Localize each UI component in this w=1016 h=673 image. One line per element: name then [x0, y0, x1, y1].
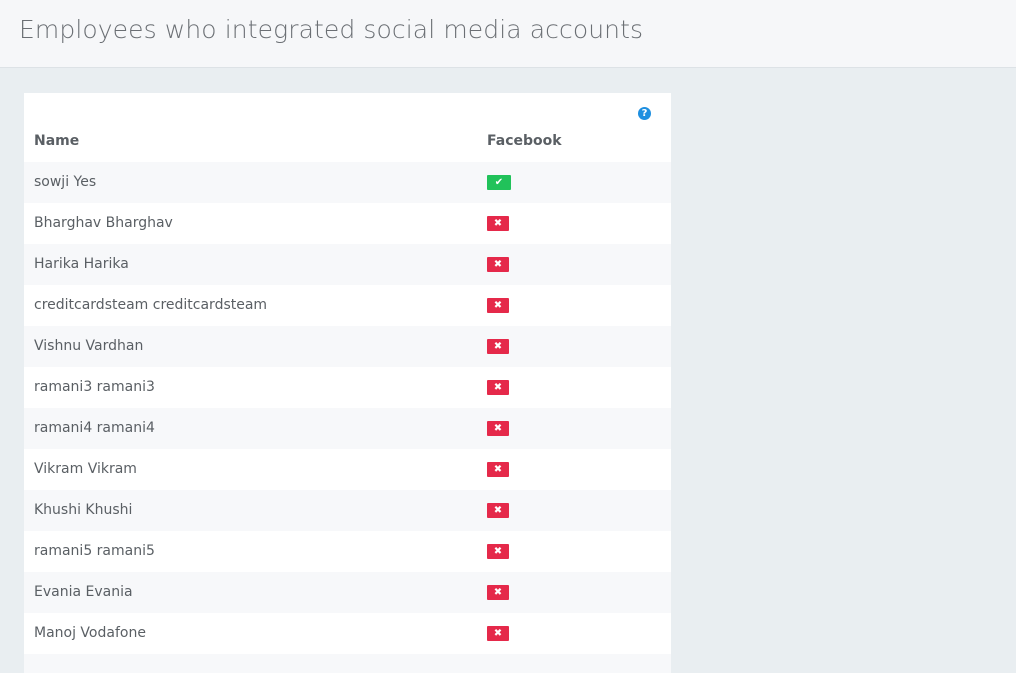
table-row: Evania Evania ✖ [24, 572, 671, 613]
table-row: Harika Harika ✖ [24, 244, 671, 285]
cross-icon: ✖ [487, 421, 509, 436]
cross-icon: ✖ [487, 626, 509, 641]
table-row [24, 654, 671, 673]
employee-name: sowji Yes [34, 174, 97, 190]
check-icon: ✔ [487, 175, 511, 190]
table-row: Vishnu Vardhan ✖ [24, 326, 671, 367]
cross-icon: ✖ [487, 462, 509, 477]
cross-icon: ✖ [487, 339, 509, 354]
cross-icon: ✖ [487, 216, 509, 231]
employee-name: Vishnu Vardhan [34, 338, 144, 354]
question-circle-icon[interactable]: ? [638, 107, 651, 120]
cross-icon: ✖ [487, 380, 509, 395]
table-row: creditcardsteam creditcardsteam ✖ [24, 285, 671, 326]
column-header-name: Name [34, 133, 80, 149]
table-row: sowji Yes ✔ [24, 162, 671, 203]
employee-name: ramani4 ramani4 [34, 420, 155, 436]
table-row: ramani3 ramani3 ✖ [24, 367, 671, 408]
employee-name: creditcardsteam creditcardsteam [34, 297, 268, 313]
integrations-card: ? Name Facebook sowji Yes ✔ Bharghav Bharg… [24, 93, 671, 673]
cross-icon: ✖ [487, 503, 509, 518]
table-header: Name Facebook [24, 121, 671, 162]
cross-icon: ✖ [487, 257, 509, 272]
employee-name: Vikram Vikram [34, 461, 137, 477]
page-header: Employees who integrated social media ac… [0, 0, 1016, 68]
employee-name: ramani3 ramani3 [34, 379, 155, 395]
page-title: Employees who integrated social media ac… [19, 15, 644, 44]
table-row: ramani4 ramani4 ✖ [24, 408, 671, 449]
table-row: Manoj Vodafone ✖ [24, 613, 671, 654]
employee-name: Manoj Vodafone [34, 625, 146, 641]
column-header-facebook: Facebook [487, 133, 562, 149]
table-row: Vikram Vikram ✖ [24, 449, 671, 490]
table-row: Bharghav Bharghav ✖ [24, 203, 671, 244]
cross-icon: ✖ [487, 544, 509, 559]
cross-icon: ✖ [487, 585, 509, 600]
cross-icon: ✖ [487, 298, 509, 313]
employee-name: ramani5 ramani5 [34, 543, 155, 559]
table-row: ramani5 ramani5 ✖ [24, 531, 671, 572]
employee-name: Bharghav Bharghav [34, 215, 173, 231]
table-body: sowji Yes ✔ Bharghav Bharghav ✖ Harika Harik… [24, 162, 671, 673]
employee-name: Harika Harika [34, 256, 129, 272]
employee-name: Khushi Khushi [34, 502, 133, 518]
table-row: Khushi Khushi ✖ [24, 490, 671, 531]
employee-name: Evania Evania [34, 584, 133, 600]
